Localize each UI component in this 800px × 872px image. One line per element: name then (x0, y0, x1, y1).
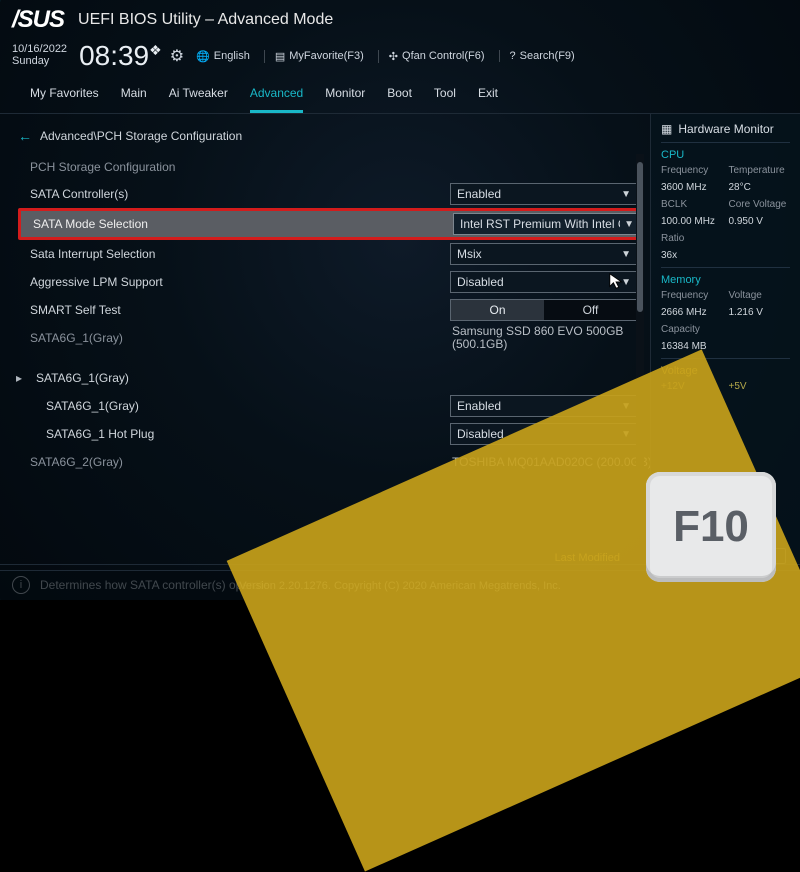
globe-icon: 🌐 (196, 50, 210, 63)
hw-lbl-mem-volt: Voltage (729, 290, 791, 301)
toolbar-myfavorite[interactable]: ▤ MyFavorite(F3) (264, 50, 364, 63)
hw-lbl-vcore: Core Voltage (729, 199, 791, 210)
tab-tool[interactable]: Tool (434, 82, 456, 113)
hw-section-cpu: CPU (661, 149, 790, 161)
tab-exit[interactable]: Exit (478, 82, 498, 113)
label-aggressive-lpm: Aggressive LPM Support (30, 275, 450, 289)
tab-main[interactable]: Main (121, 82, 147, 113)
hw-lbl-mem-freq: Frequency (661, 290, 723, 301)
row-sata6g1-expand[interactable]: ▸ SATA6G_1(Gray) (18, 364, 644, 392)
dropdown-sata-interrupt[interactable]: Msix ▼ (450, 243, 638, 265)
chevron-down-icon: ▼ (621, 249, 631, 260)
toolbar-qfan[interactable]: ✣ Qfan Control(F6) (378, 50, 485, 63)
favorite-icon: ▤ (275, 50, 285, 63)
hw-lbl-capacity: Capacity (661, 324, 723, 335)
tab-boot[interactable]: Boot (387, 82, 412, 113)
dropdown-value: Enabled (457, 187, 501, 201)
label-sata-mode: SATA Mode Selection (33, 217, 453, 231)
label-sata6g1-enabled: SATA6G_1(Gray) (30, 399, 450, 413)
monitor-icon: ▦ (661, 122, 672, 136)
clock-indicator: ❖ (149, 42, 162, 59)
search-icon: ? (510, 50, 516, 62)
label-sata-interrupt: Sata Interrupt Selection (30, 247, 450, 261)
dropdown-value: Enabled (457, 399, 501, 413)
toolbar-myfavorite-label: MyFavorite(F3) (289, 50, 364, 62)
gear-icon[interactable]: ⚙ (170, 46, 184, 66)
back-arrow-icon[interactable]: ← (18, 128, 32, 144)
f10-label: F10 (673, 502, 749, 552)
tab-advanced[interactable]: Advanced (250, 82, 303, 113)
main-tabs: My Favorites Main Ai Tweaker Advanced Mo… (0, 76, 800, 114)
hw-val-capacity: 16384 MB (661, 341, 723, 352)
label-sata6g1-expand: SATA6G_1(Gray) (30, 371, 450, 385)
tab-aitweaker[interactable]: Ai Tweaker (169, 82, 228, 113)
row-sata6g1-info: SATA6G_1(Gray) Samsung SSD 860 EVO 500GB… (18, 324, 644, 352)
hw-lbl-ratio: Ratio (661, 233, 723, 244)
row-aggressive-lpm[interactable]: Aggressive LPM Support Disabled▼ (18, 268, 644, 296)
dropdown-value: Msix (457, 247, 482, 261)
hw-val-cpu-temp: 28°C (729, 182, 791, 193)
breadcrumb-text: Advanced\PCH Storage Configuration (40, 129, 242, 143)
hw-lbl-bclk: BCLK (661, 199, 723, 210)
hw-val-vcore: 0.950 V (729, 216, 791, 227)
label-sata6g2-info: SATA6G_2(Gray) (30, 455, 450, 469)
hw-val-mem-freq: 2666 MHz (661, 307, 723, 318)
label-smart-self-test: SMART Self Test (30, 303, 450, 317)
f10-key-graphic: F10 (646, 472, 776, 582)
row-smart-self-test[interactable]: SMART Self Test On Off (18, 296, 644, 324)
row-sata-mode-selected[interactable]: SATA Mode Selection Intel RST Premium Wi… (18, 208, 644, 240)
expand-chevron-icon: ▸ (16, 371, 22, 385)
toolbar-search-label: Search(F9) (520, 50, 575, 62)
fan-icon: ✣ (389, 50, 398, 63)
scroll-thumb[interactable] (637, 162, 643, 312)
day-text: Sunday (12, 56, 67, 68)
tab-myfavorites[interactable]: My Favorites (30, 82, 99, 113)
toggle-off[interactable]: Off (544, 300, 637, 320)
label-sata6g1-info: SATA6G_1(Gray) (30, 331, 450, 345)
dropdown-sata-controllers[interactable]: Enabled ▼ (450, 183, 638, 205)
dropdown-value: Intel RST Premium With Intel O (460, 217, 620, 231)
value-sata6g1-info: Samsung SSD 860 EVO 500GB (500.1GB) (450, 325, 650, 351)
toolbar-search[interactable]: ? Search(F9) (499, 50, 575, 62)
chevron-down-icon: ▼ (624, 219, 634, 230)
toggle-smart-self-test[interactable]: On Off (450, 299, 638, 321)
hw-lbl-5v: +5V (729, 381, 791, 392)
hw-lbl-cpu-freq: Frequency (661, 165, 723, 176)
hw-monitor-title: Hardware Monitor (678, 122, 773, 136)
chevron-down-icon: ▼ (621, 189, 631, 200)
toolbar-qfan-label: Qfan Control(F6) (402, 50, 485, 62)
toolbar-language-label: English (214, 50, 250, 62)
brand-logo: /SUS (12, 6, 64, 34)
breadcrumb[interactable]: ← Advanced\PCH Storage Configuration (18, 124, 644, 148)
tab-monitor[interactable]: Monitor (325, 82, 365, 113)
app-title: UEFI BIOS Utility – Advanced Mode (78, 11, 333, 29)
toggle-on[interactable]: On (451, 300, 544, 320)
hw-val-cpu-freq: 3600 MHz (661, 182, 723, 193)
toolbar-language[interactable]: 🌐 English (196, 50, 250, 63)
section-label: PCH Storage Configuration (18, 154, 644, 180)
row-sata-controllers[interactable]: SATA Controller(s) Enabled ▼ (18, 180, 644, 208)
dropdown-value: Disabled (457, 275, 504, 289)
row-sata-interrupt[interactable]: Sata Interrupt Selection Msix ▼ (18, 240, 644, 268)
label-sata6g1-hotplug: SATA6G_1 Hot Plug (30, 427, 450, 441)
hw-section-memory: Memory (661, 274, 790, 286)
hw-val-mem-volt: 1.216 V (729, 307, 791, 318)
hw-val-ratio: 36x (661, 250, 723, 261)
mouse-cursor-icon (608, 272, 626, 290)
clock-time: 08:39 (79, 40, 149, 72)
date-block: 10/16/2022 Sunday (12, 44, 67, 67)
label-sata-controllers: SATA Controller(s) (30, 187, 450, 201)
hw-lbl-cpu-temp: Temperature (729, 165, 791, 176)
hw-val-bclk: 100.00 MHz (661, 216, 723, 227)
dropdown-value: Disabled (457, 427, 504, 441)
dropdown-sata-mode[interactable]: Intel RST Premium With Intel O ▼ (453, 213, 641, 235)
clock: 08:39❖ (79, 40, 162, 72)
